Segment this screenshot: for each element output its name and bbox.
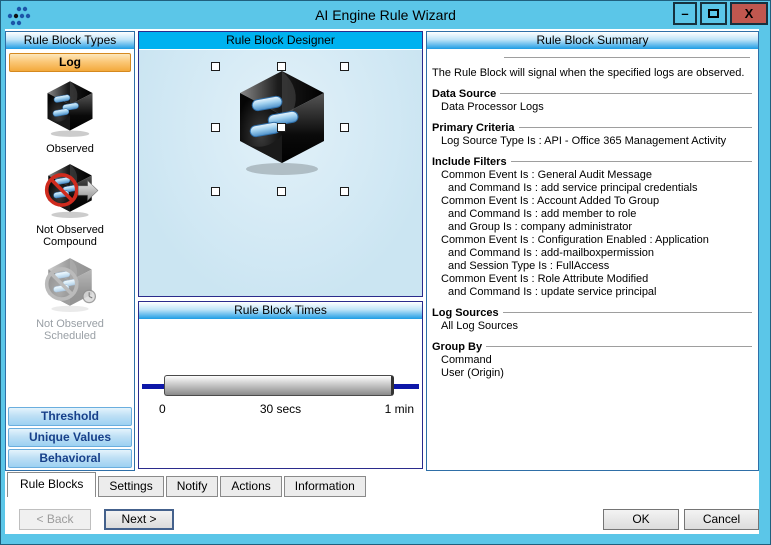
ai-engine-rule-wizard-window: AI Engine Rule Wizard – X Rule Block Typ… [0, 0, 771, 545]
client-area: Rule Block Types Log Observed Not Observ… [5, 29, 759, 534]
titlebar[interactable]: AI Engine Rule Wizard – X [1, 1, 770, 29]
maximize-button[interactable] [700, 2, 727, 25]
summary-line: Common Event Is : Account Added To Group [432, 195, 752, 208]
summary-line: Data Processor Logs [432, 101, 752, 114]
tab-settings[interactable]: Settings [98, 476, 163, 497]
back-button: < Back [19, 509, 91, 530]
selection-handle[interactable] [340, 62, 349, 71]
summary-line: Log Source Type Is : API - Office 365 Ma… [432, 135, 752, 148]
tab-rule-blocks[interactable]: Rule Blocks [7, 472, 96, 497]
selection-handle[interactable] [340, 187, 349, 196]
summary-section-data-source: Data Source Data Processor Logs [432, 88, 752, 114]
summary-section-include-filters: Include Filters Common Event Is : Genera… [432, 156, 752, 299]
tab-actions[interactable]: Actions [220, 476, 281, 497]
type-item-observed[interactable]: Observed [6, 74, 134, 155]
rule-block-summary-panel: Rule Block Summary The Rule Block will s… [426, 31, 759, 471]
maximize-icon [708, 9, 719, 18]
selection-handle[interactable] [340, 123, 349, 132]
next-button[interactable]: Next > [104, 509, 174, 530]
rule-block-times-header: Rule Block Times [139, 302, 422, 320]
summary-top-divider [504, 57, 750, 60]
tick-label-1min: 1 min [385, 402, 414, 416]
tab-information[interactable]: Information [284, 476, 366, 497]
section-divider [511, 161, 752, 164]
rule-block-times-panel: Rule Block Times 0 30 secs 1 min [138, 301, 423, 469]
section-label: Data Source [432, 88, 496, 101]
tab-notify[interactable]: Notify [166, 476, 219, 497]
type-item-label: Not Observed Compound [25, 224, 115, 248]
rule-block-types-panel: Rule Block Types Log Observed Not Observ… [5, 31, 135, 471]
minimize-button[interactable]: – [673, 2, 697, 25]
summary-description: The Rule Block will signal when the spec… [432, 67, 752, 80]
not-observed-scheduled-icon [32, 255, 108, 313]
close-button[interactable]: X [730, 2, 768, 25]
selection-handle[interactable] [211, 123, 220, 132]
selection-handle[interactable] [211, 187, 220, 196]
summary-line: and Command Is : add service principal c… [432, 182, 752, 195]
window-title: AI Engine Rule Wizard [1, 7, 770, 23]
summary-line: and Group Is : company administrator [432, 221, 752, 234]
cancel-button[interactable]: Cancel [684, 509, 759, 530]
type-threshold-button[interactable]: Threshold [8, 407, 132, 426]
close-icon: X [745, 6, 754, 21]
summary-line: and Command Is : add-mailboxpermission [432, 247, 752, 260]
wizard-tabstrip: Rule Blocks Settings Notify Actions Info… [7, 471, 759, 497]
selection-handle[interactable] [277, 123, 286, 132]
summary-line: and Command Is : add member to role [432, 208, 752, 221]
section-divider [519, 127, 752, 130]
selection-handle[interactable] [211, 62, 220, 71]
clock-icon [83, 290, 95, 302]
observed-cube-icon [37, 78, 103, 138]
minimize-icon: – [681, 6, 688, 21]
type-log-button[interactable]: Log [9, 53, 131, 72]
summary-line: and Session Type Is : FullAccess [432, 260, 752, 273]
type-behavioral-button[interactable]: Behavioral [8, 449, 132, 468]
summary-line: Common Event Is : Role Attribute Modifie… [432, 273, 752, 286]
selected-rule-block-cube[interactable] [222, 64, 342, 178]
summary-line: Common Event Is : Configuration Enabled … [432, 234, 752, 247]
section-label: Log Sources [432, 307, 499, 320]
summary-line: All Log Sources [432, 320, 752, 333]
selection-handle[interactable] [277, 62, 286, 71]
summary-body: The Rule Block will signal when the spec… [427, 50, 758, 380]
type-item-label: Observed [6, 143, 134, 155]
summary-section-primary-criteria: Primary Criteria Log Source Type Is : AP… [432, 122, 752, 148]
section-label: Include Filters [432, 156, 507, 169]
tick-label-30secs: 30 secs [139, 402, 422, 416]
rule-block-summary-header: Rule Block Summary [427, 32, 758, 50]
section-label: Group By [432, 341, 482, 354]
summary-line: Command [432, 354, 752, 367]
selection-handle[interactable] [277, 187, 286, 196]
section-divider [486, 346, 752, 349]
summary-section-group-by: Group By Command User (Origin) [432, 341, 752, 380]
ok-button[interactable]: OK [603, 509, 679, 530]
summary-line: User (Origin) [432, 367, 752, 380]
rule-block-designer-panel: Rule Block Designer [138, 31, 423, 297]
section-divider [500, 93, 752, 96]
type-item-label: Not Observed Scheduled [25, 318, 115, 342]
type-item-not-observed-compound[interactable]: Not Observed Compound [6, 161, 134, 248]
rule-block-types-header: Rule Block Types [6, 32, 134, 50]
type-item-not-observed-scheduled: Not Observed Scheduled [6, 255, 134, 342]
section-label: Primary Criteria [432, 122, 515, 135]
type-accordion: Threshold Unique Values Behavioral [8, 405, 132, 468]
window-controls: – X [673, 2, 768, 25]
not-observed-compound-icon [32, 161, 108, 219]
summary-line: and Command Is : update service principa… [432, 286, 752, 299]
time-range-bar[interactable] [164, 375, 394, 396]
type-unique-values-button[interactable]: Unique Values [8, 428, 132, 447]
summary-section-log-sources: Log Sources All Log Sources [432, 307, 752, 333]
rule-block-designer-header: Rule Block Designer [139, 32, 422, 50]
section-divider [503, 312, 752, 315]
summary-line: Common Event Is : General Audit Message [432, 169, 752, 182]
